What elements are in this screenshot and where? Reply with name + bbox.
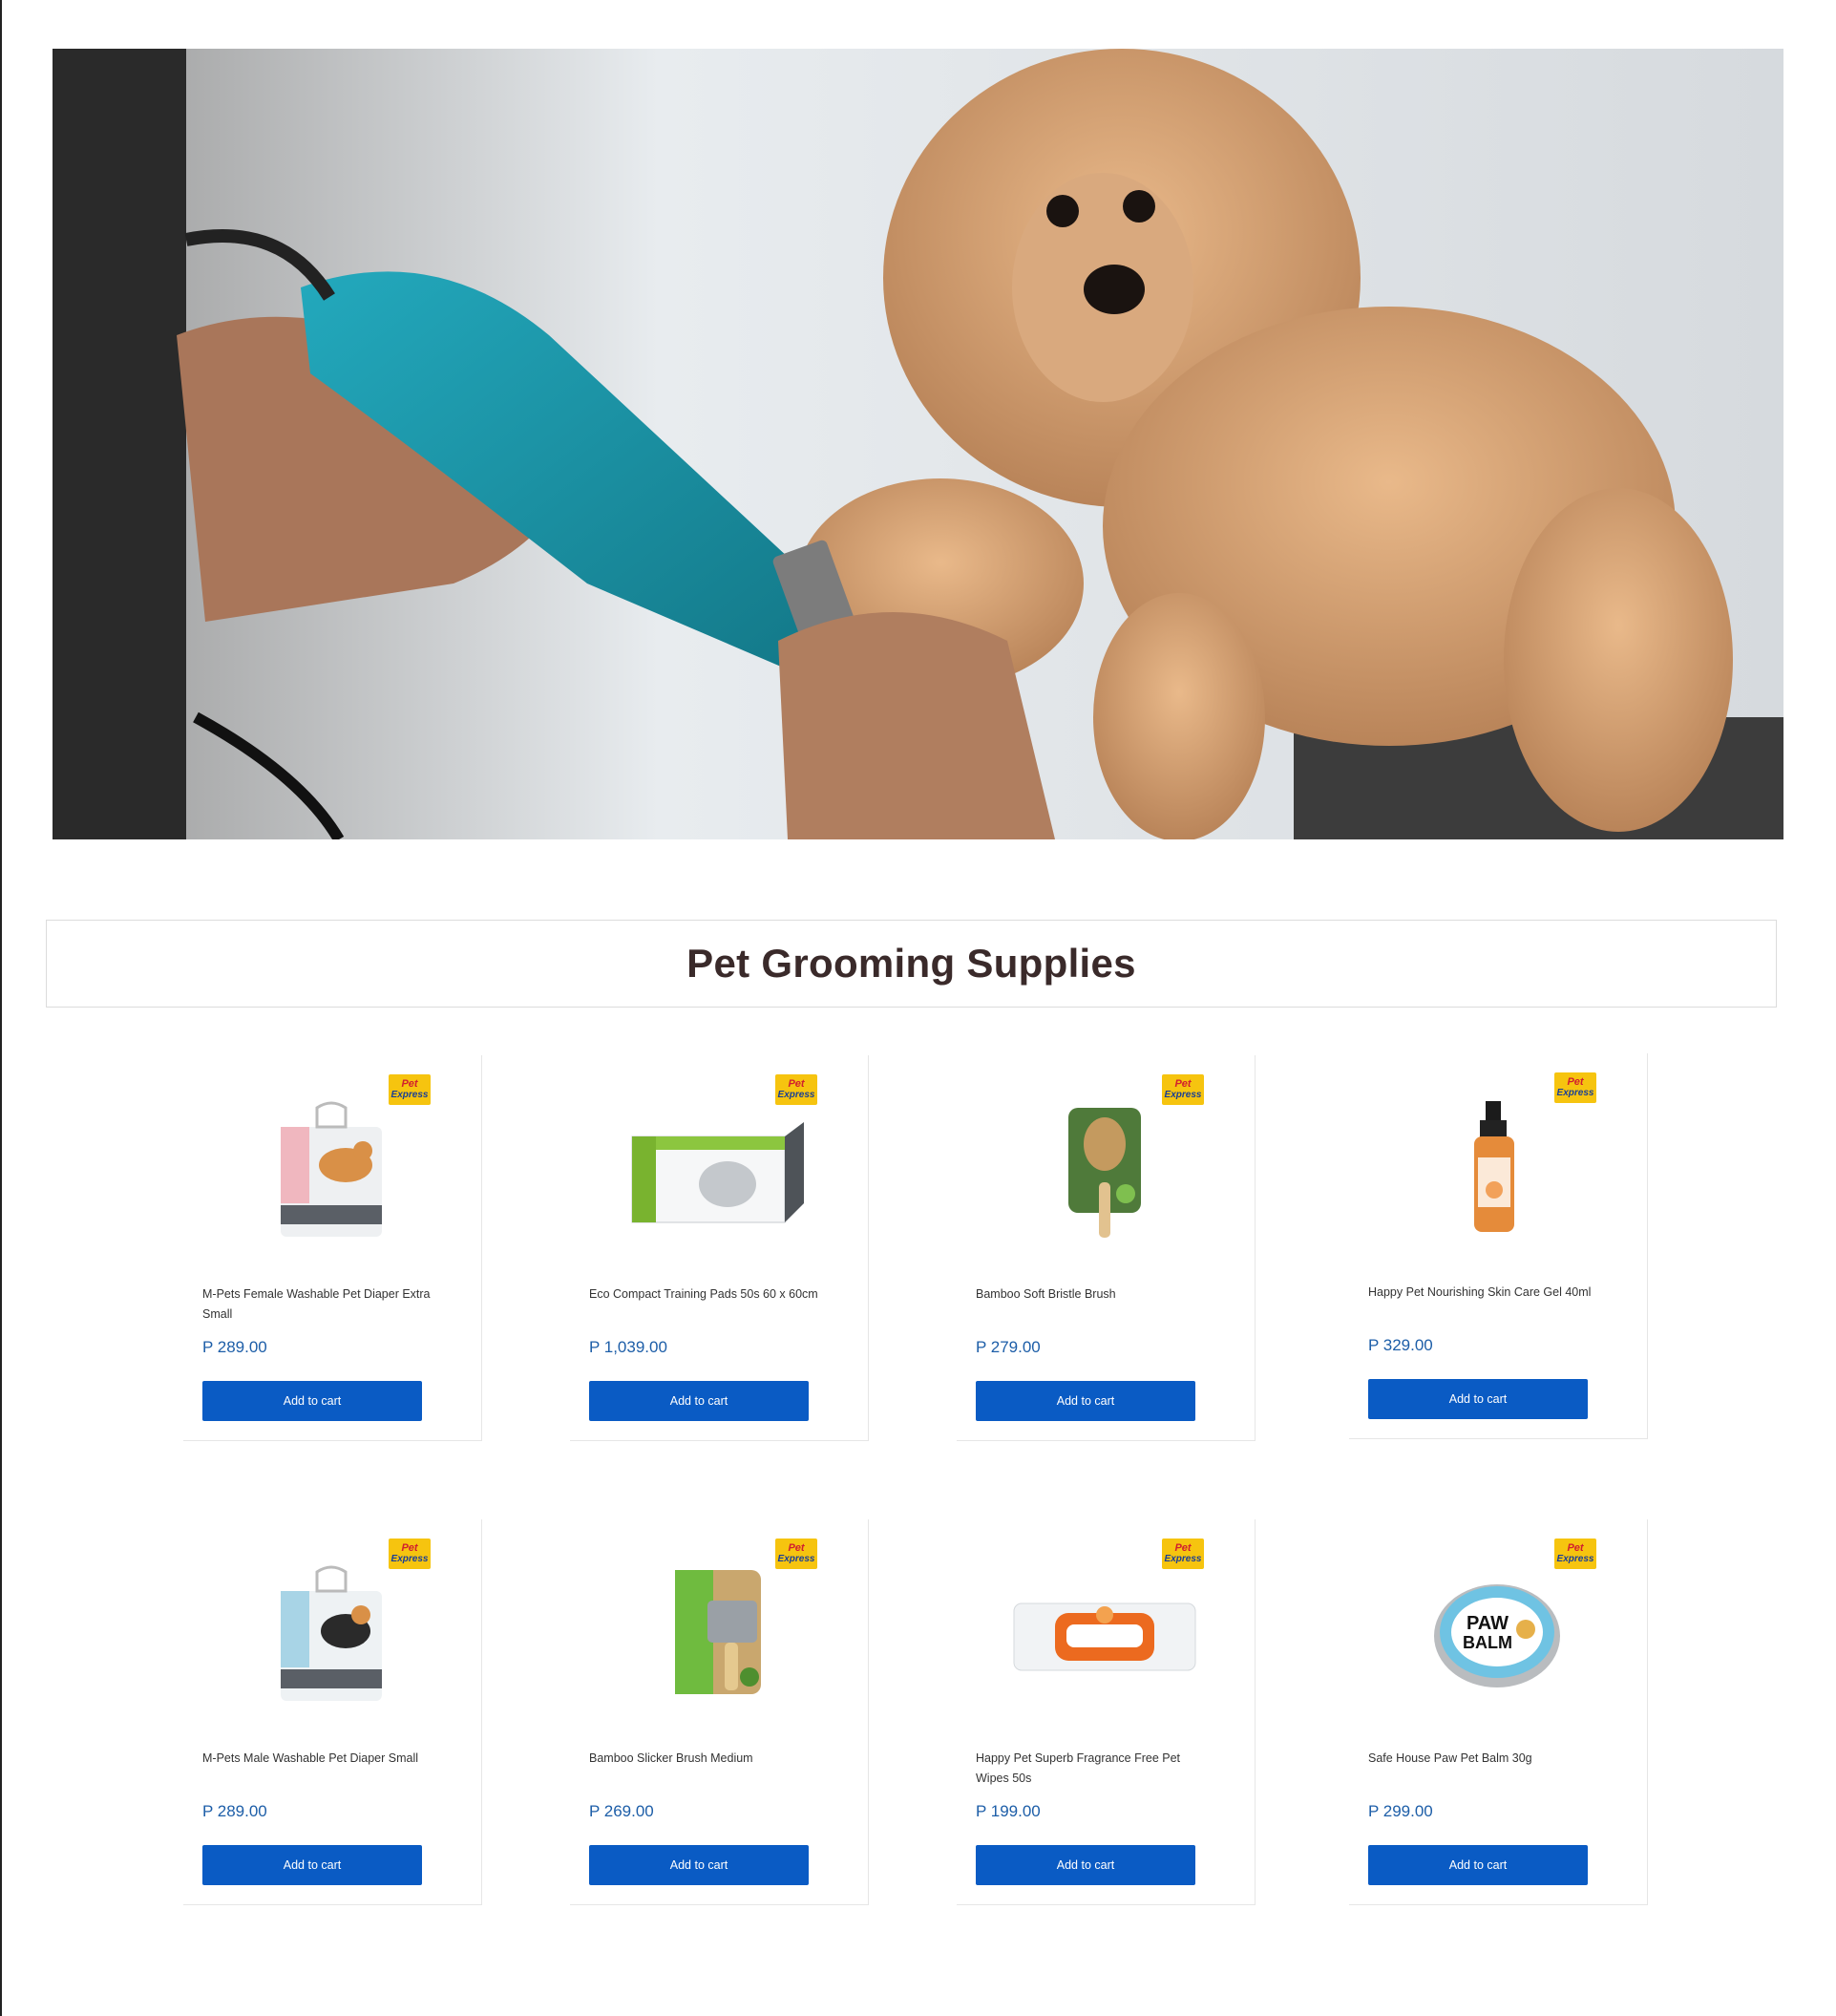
page-border (0, 0, 2, 2016)
product-image[interactable] (1387, 1092, 1607, 1244)
product-card[interactable]: Pet Express M-Pets Male Washable Pet Diap… (183, 1519, 482, 1905)
product-card[interactable]: Pet Express Happy Pet Nourishing Skin Car… (1349, 1053, 1648, 1439)
product-price: P 1,039.00 (589, 1338, 667, 1356)
add-to-cart-button[interactable]: Add to cart (976, 1381, 1195, 1421)
product-price: P 289.00 (202, 1802, 267, 1820)
product-image[interactable] (608, 1558, 828, 1710)
product-card[interactable]: Pet Express Happy Pet Superb Fragrance Fr… (957, 1519, 1256, 1905)
product-name[interactable]: Safe House Paw Pet Balm 30g (1368, 1749, 1597, 1769)
product-card[interactable]: Pet Express Bamboo Slicker Brush Medium P… (570, 1519, 869, 1905)
product-name[interactable]: Bamboo Soft Bristle Brush (976, 1284, 1205, 1305)
product-price: P 199.00 (976, 1802, 1041, 1820)
product-image[interactable] (995, 1558, 1214, 1710)
product-card[interactable]: Pet Express PAW BALM Safe House Paw Pet B… (1349, 1519, 1648, 1905)
tin-label-line2: BALM (1463, 1633, 1512, 1652)
product-name[interactable]: Eco Compact Training Pads 50s 60 x 60cm (589, 1284, 818, 1305)
add-to-cart-button[interactable]: Add to cart (589, 1381, 809, 1421)
product-name[interactable]: Happy Pet Nourishing Skin Care Gel 40ml (1368, 1283, 1597, 1303)
product-card[interactable]: Pet Express Eco Compact Training Pads 50s… (570, 1055, 869, 1441)
product-image[interactable] (995, 1093, 1214, 1246)
add-to-cart-button[interactable]: Add to cart (202, 1381, 422, 1421)
product-name[interactable]: Happy Pet Superb Fragrance Free Pet Wipe… (976, 1749, 1205, 1789)
add-to-cart-button[interactable]: Add to cart (1368, 1379, 1588, 1419)
product-price: P 329.00 (1368, 1336, 1433, 1354)
hero-banner-image (53, 49, 1783, 839)
add-to-cart-button[interactable]: Add to cart (1368, 1845, 1588, 1885)
product-card[interactable]: Pet Express Bamboo Soft Bristle Brush P 2… (957, 1055, 1256, 1441)
add-to-cart-button[interactable]: Add to cart (976, 1845, 1195, 1885)
section-title: Pet Grooming Supplies (686, 941, 1136, 986)
tin-label-line1: PAW (1467, 1613, 1509, 1634)
product-image[interactable] (608, 1093, 828, 1246)
section-header: Pet Grooming Supplies (46, 920, 1777, 1008)
product-image[interactable] (222, 1093, 441, 1246)
product-name[interactable]: Bamboo Slicker Brush Medium (589, 1749, 818, 1769)
product-image[interactable] (222, 1558, 441, 1710)
product-price: P 269.00 (589, 1802, 654, 1820)
product-card[interactable]: Pet Express M-Pets Female Washable Pet Di… (183, 1055, 482, 1441)
product-price: P 299.00 (1368, 1802, 1433, 1820)
product-price: P 289.00 (202, 1338, 267, 1356)
product-name[interactable]: M-Pets Female Washable Pet Diaper Extra … (202, 1284, 432, 1325)
product-image[interactable]: PAW BALM (1387, 1558, 1607, 1710)
add-to-cart-button[interactable]: Add to cart (202, 1845, 422, 1885)
product-name[interactable]: M-Pets Male Washable Pet Diaper Small (202, 1749, 432, 1769)
product-price: P 279.00 (976, 1338, 1041, 1356)
add-to-cart-button[interactable]: Add to cart (589, 1845, 809, 1885)
